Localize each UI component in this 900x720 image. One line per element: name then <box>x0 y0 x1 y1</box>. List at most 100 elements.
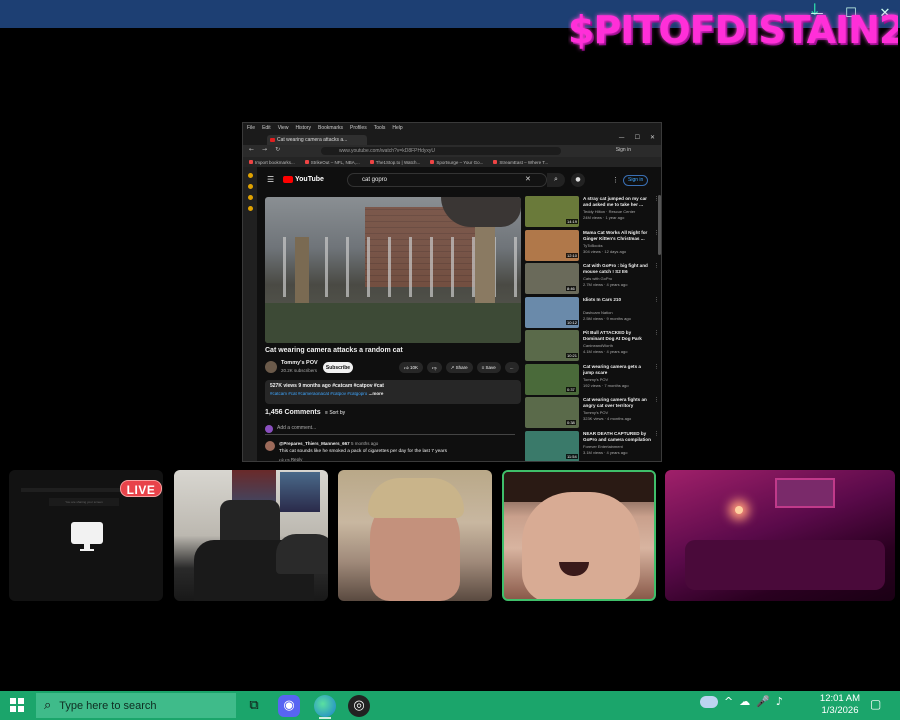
bookmark-item[interactable]: StrikeOut – NFL, NBA,... <box>305 160 360 165</box>
sidebar-icon[interactable] <box>247 184 253 189</box>
windows-start-icon[interactable] <box>10 698 24 712</box>
search-input[interactable]: cat gopro <box>347 173 547 187</box>
volume-icon[interactable]: ♪ <box>776 695 783 708</box>
recommendation-item[interactable]: 11:54 NEAR DEATH CAPTURED by GoPro and ca… <box>525 430 661 461</box>
sidebar-icon[interactable] <box>247 195 253 200</box>
menu-edit[interactable]: Edit <box>262 125 271 131</box>
thumbs-up-icon[interactable]: 👍︎ <box>279 457 284 461</box>
youtube-logo[interactable]: YouTube <box>283 176 324 183</box>
subscribe-button[interactable]: Subscribe <box>323 362 353 373</box>
obs-icon[interactable]: ◎ <box>348 695 370 717</box>
menu-help[interactable]: Help <box>392 125 402 131</box>
browser-sign-in[interactable]: Sign in <box>616 147 631 153</box>
recommendation-channel[interactable]: CanineandWorth <box>583 343 613 348</box>
camera-tile-blond-guy[interactable] <box>338 470 492 601</box>
recommendation-title[interactable]: Mama Cat Works All Night for Ginger Kitt… <box>583 230 653 242</box>
settings-kebab-icon[interactable]: ⋮ <box>612 176 619 184</box>
channel-name[interactable]: Tommy's POV <box>281 360 318 366</box>
recommendation-kebab-icon[interactable]: ⋮ <box>654 431 659 437</box>
recommendation-item[interactable]: 8:46 Cat with GoPro : big fight and mouse… <box>525 262 661 296</box>
recommendation-title[interactable]: Cat with GoPro : big fight and mouse cat… <box>583 263 653 275</box>
youtube-sign-in-button[interactable]: Sign in <box>623 175 649 186</box>
sort-comments-button[interactable]: ≡ Sort by <box>325 410 345 416</box>
taskbar-search-box[interactable]: ⌕ Type here to search <box>36 693 236 718</box>
video-description[interactable]: 527K views 9 months ago #catcam #catpov … <box>265 380 521 404</box>
url-bar[interactable]: www.youtube.com/watch?v=kD8FPHdyxyU <box>321 147 561 155</box>
recommendation-title[interactable]: NEAR DEATH CAPTURED by GoPro and camera … <box>583 431 653 443</box>
recommendation-item[interactable]: 14:19 A stray cat jumped on my car and as… <box>525 195 661 229</box>
camera-tile-streamer[interactable] <box>174 470 328 601</box>
recommendation-kebab-icon[interactable]: ⋮ <box>654 364 659 370</box>
recommendation-channel[interactable]: Tommy's POV <box>583 377 608 382</box>
menu-profiles[interactable]: Profiles <box>350 125 367 131</box>
share-button[interactable]: ↗ Share <box>445 362 473 373</box>
page-scrollbar[interactable] <box>658 195 661 255</box>
description-more-link[interactable]: ...more <box>369 391 384 396</box>
edge-browser-icon[interactable] <box>314 695 336 717</box>
clock[interactable]: 12:01 AM 1/3/2026 <box>818 693 862 717</box>
recommendation-channel[interactable]: Dashcam Nation <box>583 310 613 315</box>
video-player[interactable] <box>265 197 521 343</box>
recommendation-kebab-icon[interactable]: ⋮ <box>654 263 659 269</box>
recommendation-title[interactable]: A stray cat jumped on my car and asked m… <box>583 196 653 208</box>
bookmark-item[interactable]: StreamEast – Where T... <box>493 160 548 165</box>
notification-center-icon[interactable]: ▢ <box>870 697 881 711</box>
clear-search-icon[interactable]: ✕ <box>525 175 531 183</box>
recommendation-channel[interactable]: TyToBooks <box>583 243 603 248</box>
recommendation-kebab-icon[interactable]: ⋮ <box>654 330 659 336</box>
menu-bookmarks[interactable]: Bookmarks <box>318 125 343 131</box>
bookmark-item[interactable]: Import bookmarks... <box>249 160 295 165</box>
like-button[interactable]: 👍︎ 10K <box>399 362 423 373</box>
thumbs-down-icon[interactable]: 👎︎ <box>285 457 290 461</box>
commenter-avatar[interactable] <box>265 441 275 451</box>
save-button[interactable]: ≡ Save <box>476 362 501 373</box>
menu-history[interactable]: History <box>295 125 311 131</box>
weather-icon[interactable] <box>700 695 718 708</box>
sidebar-icon[interactable] <box>247 173 253 178</box>
recommendation-item[interactable]: 0:37 Cat wearing camera gets a jump scare… <box>525 363 661 397</box>
recommendation-title[interactable]: Cat wearing camera gets a jump scare <box>583 364 653 376</box>
forward-icon[interactable]: → <box>262 146 267 153</box>
recommendation-channel[interactable]: Cats with GoPro <box>583 276 612 281</box>
recommendation-item[interactable]: 10:12 Idiots In Cars 210 Dashcam Nation 2.5… <box>525 296 661 330</box>
recommendation-item[interactable]: 0:38 Cat wearing camera fights an angry c… <box>525 396 661 430</box>
recommendation-title[interactable]: Idiots In Cars 210 <box>583 297 653 303</box>
search-button[interactable]: ⌕ <box>547 173 565 187</box>
reply-button[interactable]: Reply <box>291 457 303 461</box>
dislike-button[interactable]: 👎︎ <box>426 362 442 373</box>
recommendation-kebab-icon[interactable]: ⋮ <box>654 397 659 403</box>
camera-tile-woman[interactable] <box>502 470 656 601</box>
network-icon[interactable]: ☁ <box>739 695 750 708</box>
recommendation-channel[interactable]: Teddy Hilton · Rescue Center <box>583 209 635 214</box>
camera-tile-bedroom[interactable] <box>665 470 895 601</box>
menu-tools[interactable]: Tools <box>374 125 386 131</box>
task-view-icon[interactable]: ⧉ <box>243 695 265 717</box>
menu-view[interactable]: View <box>278 125 289 131</box>
more-actions-button[interactable]: ... <box>504 362 519 373</box>
channel-avatar[interactable] <box>265 361 277 373</box>
recommendation-title[interactable]: Cat wearing camera fights an angry cat o… <box>583 397 653 409</box>
voice-search-icon[interactable]: ● <box>571 173 585 187</box>
browser-maximize-button[interactable]: ☐ <box>635 134 640 141</box>
recommendation-item[interactable]: 12:10 Mama Cat Works All Night for Ginger… <box>525 229 661 263</box>
add-comment-input[interactable]: Add a comment... <box>265 425 515 435</box>
browser-minimize-button[interactable]: — <box>619 134 625 141</box>
back-icon[interactable]: ← <box>249 146 254 153</box>
recommendation-channel[interactable]: Tommy's POV <box>583 410 608 415</box>
browser-close-button[interactable]: ✕ <box>650 134 655 141</box>
reload-icon[interactable]: ↻ <box>275 146 280 153</box>
recommendation-item[interactable]: 10:21 Pit Bull ATTACKED by Dominant Dog A… <box>525 329 661 363</box>
recommendation-channel[interactable]: Forever Entertainment <box>583 444 623 449</box>
commenter-name[interactable]: @Prepares_Thiers_Manners_667 5 months ag… <box>279 441 378 446</box>
microphone-icon[interactable]: 🎤 <box>756 695 770 708</box>
discord-icon[interactable]: ◉ <box>278 695 300 717</box>
screen-share-tile[interactable]: You are sharing your screen LIVE <box>9 470 163 601</box>
sidebar-icon[interactable] <box>247 206 253 211</box>
tab-youtube[interactable]: Cat wearing camera attacks a... <box>267 135 367 145</box>
bookmark-item[interactable]: Sportsurge – Your Go... <box>430 160 483 165</box>
bookmark-item[interactable]: The1Stop.to | Watch... <box>370 160 421 165</box>
recommendation-kebab-icon[interactable]: ⋮ <box>654 297 659 303</box>
hamburger-menu-icon[interactable]: ☰ <box>267 175 274 184</box>
show-hidden-icons[interactable]: ^ <box>724 695 733 708</box>
recommendation-title[interactable]: Pit Bull ATTACKED by Dominant Dog At Dog… <box>583 330 653 342</box>
